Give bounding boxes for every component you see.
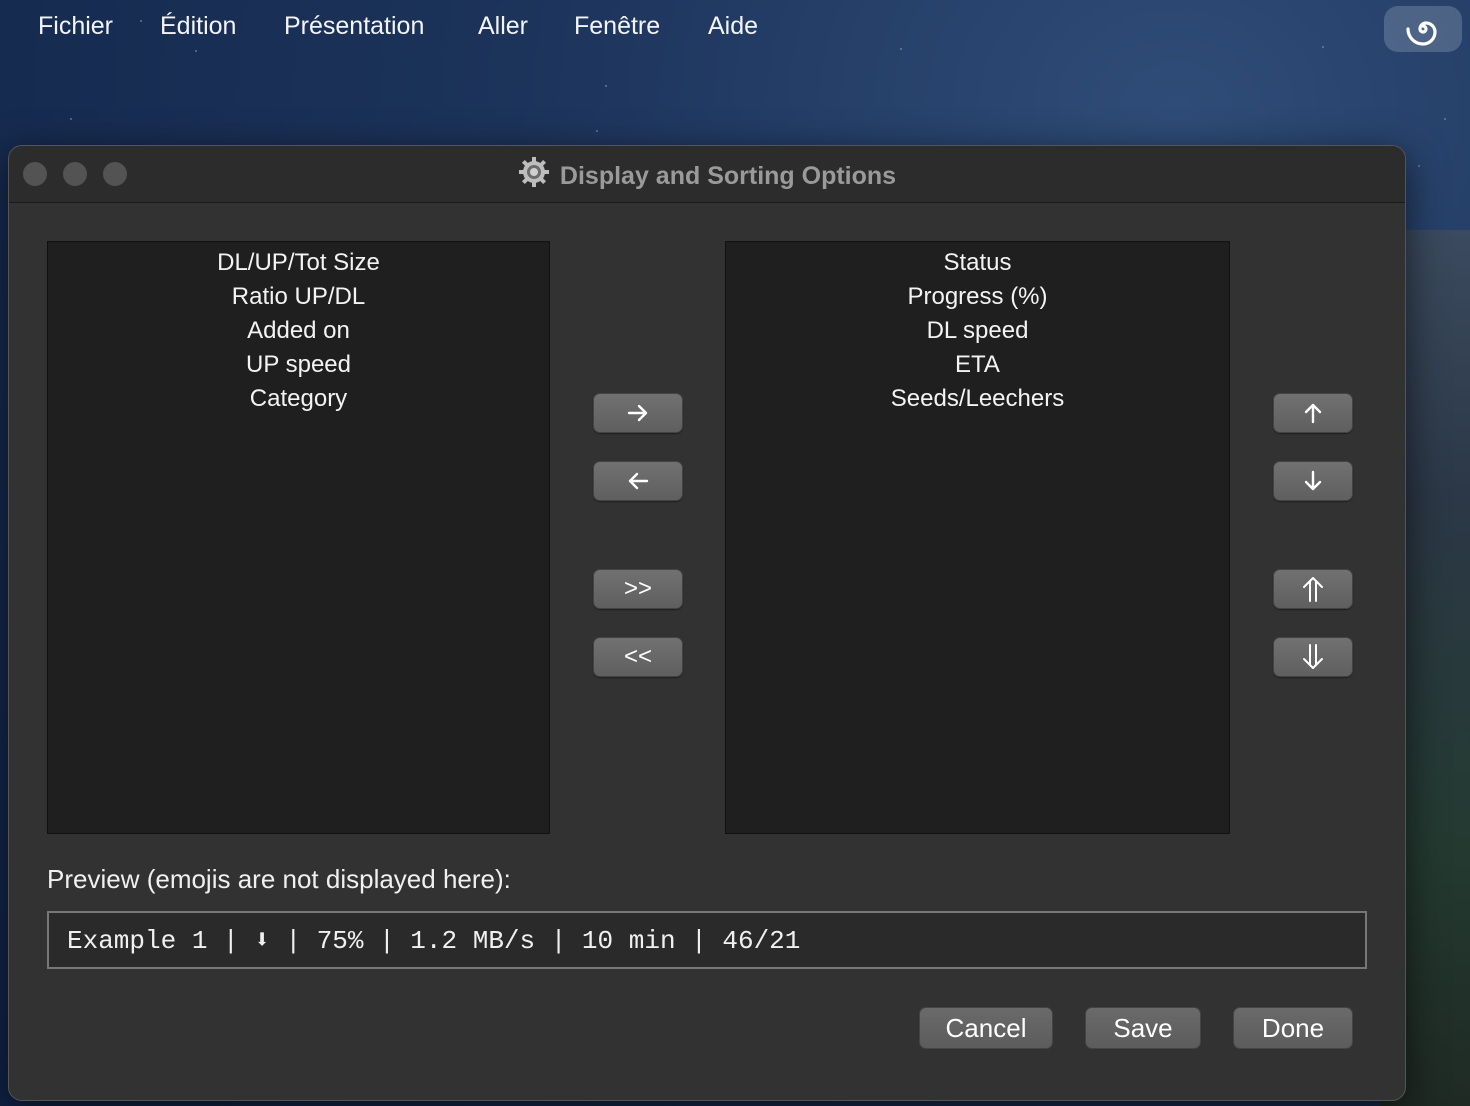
list-item[interactable]: ETA [726, 348, 1229, 382]
move-up-button[interactable] [1273, 393, 1353, 433]
window-title: Display and Sorting Options [9, 156, 1405, 195]
arrow-right-icon [627, 404, 648, 422]
preview-field: Example 1 | ⬇ | 75% | 1.2 MB/s | 10 min … [47, 911, 1367, 969]
list-item[interactable]: Progress (%) [726, 280, 1229, 314]
menu-fichier[interactable]: Fichier [38, 12, 113, 41]
move-left-button[interactable] [593, 461, 683, 501]
move-all-left-button[interactable]: << [593, 637, 683, 677]
list-item[interactable]: Added on [48, 314, 549, 348]
menu-presentation[interactable]: Présentation [284, 12, 424, 41]
title-bar: Display and Sorting Options [9, 146, 1405, 203]
dialog-window: Display and Sorting Options DL/UP/Tot Si… [8, 145, 1406, 1101]
menu-fenetre[interactable]: Fenêtre [574, 12, 660, 41]
list-item[interactable]: Category [48, 382, 549, 416]
menu-aide[interactable]: Aide [708, 12, 758, 41]
move-to-bottom-button[interactable] [1273, 637, 1353, 677]
cancel-button[interactable]: Cancel [919, 1007, 1053, 1049]
spiral-icon[interactable] [1384, 6, 1462, 52]
displayed-columns-list[interactable]: Status Progress (%) DL speed ETA Seeds/L… [725, 241, 1230, 834]
list-item[interactable]: Ratio UP/DL [48, 280, 549, 314]
menu-bar: Fichier Édition Présentation Aller Fenêt… [0, 0, 1470, 58]
list-item[interactable]: Seeds/Leechers [726, 382, 1229, 416]
menu-edition[interactable]: Édition [160, 12, 236, 41]
available-columns-list[interactable]: DL/UP/Tot Size Ratio UP/DL Added on UP s… [47, 241, 550, 834]
move-to-top-button[interactable] [1273, 569, 1353, 609]
list-item[interactable]: DL/UP/Tot Size [48, 246, 549, 280]
arrow-down-icon [1304, 470, 1322, 491]
double-arrow-up-icon [1303, 577, 1323, 602]
list-item[interactable]: DL speed [726, 314, 1229, 348]
list-item[interactable]: UP speed [48, 348, 549, 382]
save-button[interactable]: Save [1085, 1007, 1201, 1049]
arrow-left-icon [628, 472, 649, 490]
list-item[interactable]: Status [726, 246, 1229, 280]
menu-aller[interactable]: Aller [478, 12, 528, 41]
preview-text: Example 1 | ⬇ | 75% | 1.2 MB/s | 10 min … [67, 926, 801, 956]
move-right-button[interactable] [593, 393, 683, 433]
arrow-up-icon [1304, 403, 1322, 424]
move-all-right-button[interactable]: >> [593, 569, 683, 609]
preview-label: Preview (emojis are not displayed here): [47, 864, 511, 894]
gear-icon [518, 156, 550, 195]
window-title-text: Display and Sorting Options [559, 162, 897, 190]
done-button[interactable]: Done [1233, 1007, 1353, 1049]
move-down-button[interactable] [1273, 461, 1353, 501]
double-arrow-down-icon [1303, 644, 1323, 669]
